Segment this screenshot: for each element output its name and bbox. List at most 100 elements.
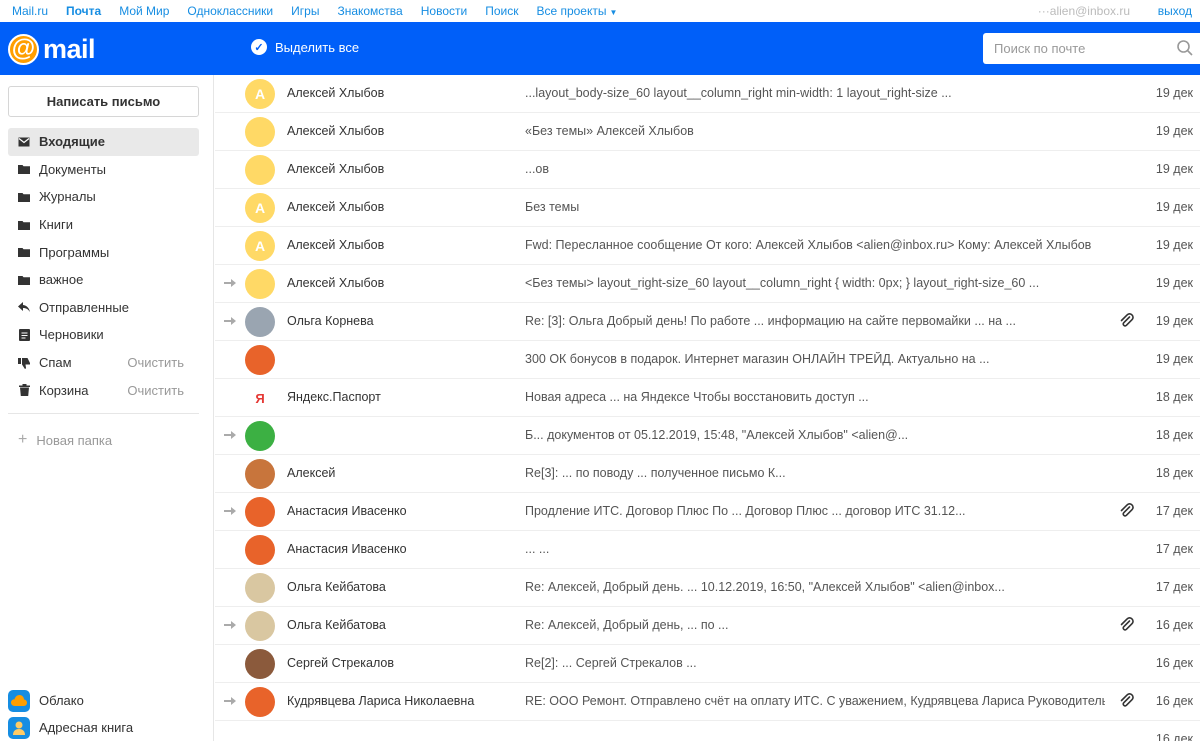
compose-button[interactable]: Написать письмо xyxy=(8,86,199,117)
message-row[interactable]: А Алексей Хлыбов Без темы 19 дек xyxy=(215,189,1200,227)
logo-text: mail xyxy=(43,33,96,64)
folder-item[interactable]: Входящие xyxy=(8,128,199,156)
message-subject: RE: ООО Ремонт. Отправлено счёт на оплат… xyxy=(525,694,1105,708)
search-icon[interactable] xyxy=(1176,39,1194,57)
paperclip-icon[interactable] xyxy=(1119,503,1135,519)
portal-link[interactable]: Знакомства xyxy=(337,4,402,18)
apps-list: Облако Адресная книга xyxy=(8,687,133,741)
paperclip-icon[interactable] xyxy=(1119,693,1135,709)
portal-bar: Mail.ru Почта Мой Мир Одноклассники Игры Знак… xyxy=(0,0,1200,22)
sender-name: Сергей Стрекалов xyxy=(287,656,395,670)
sender-avatar[interactable] xyxy=(245,725,275,741)
sender-avatar[interactable] xyxy=(245,269,275,299)
forwarded-arrow-icon xyxy=(224,506,236,518)
message-date: 16 дек xyxy=(1155,618,1193,632)
message-row[interactable]: А Алексей Хлыбов Fwd: Пересланное сообщени… xyxy=(215,227,1200,265)
sender-avatar[interactable]: А xyxy=(245,231,275,261)
sender-avatar[interactable] xyxy=(245,421,275,451)
clear-folder-button[interactable]: Очистить xyxy=(127,355,184,370)
sender-avatar[interactable] xyxy=(245,155,275,185)
message-row[interactable]: Ольга Кейбатова Re: Алексей, Добрый день.… xyxy=(215,569,1200,607)
folder-item[interactable]: Журналы xyxy=(8,183,199,211)
sender-avatar[interactable]: Я xyxy=(245,383,275,413)
portal-link[interactable]: Все проекты ▼ xyxy=(536,4,617,18)
select-all-button[interactable]: ✓ Выделить все xyxy=(251,39,359,55)
folder-icon xyxy=(18,246,30,258)
paperclip-icon[interactable] xyxy=(1119,617,1135,633)
folder-item[interactable]: Документы xyxy=(8,156,199,184)
folder-icon xyxy=(18,219,30,231)
message-list: А Алексей Хлыбов ...layout_body-size_60 la… xyxy=(215,75,1200,741)
message-date: 19 дек xyxy=(1155,86,1193,100)
sender-avatar[interactable] xyxy=(245,687,275,717)
folder-item[interactable]: Программы xyxy=(8,238,199,266)
sender-name: Алексей xyxy=(287,466,336,480)
message-subject: Продление ИТС. Договор Плюс По ... Догов… xyxy=(525,504,966,518)
sender-avatar[interactable]: А xyxy=(245,193,275,223)
portal-link[interactable]: Одноклассники xyxy=(187,4,273,18)
portal-link[interactable]: Почта xyxy=(66,4,101,18)
new-folder-button[interactable]: + Новая папка xyxy=(18,431,112,449)
portal-links: Mail.ru Почта Мой Мир Одноклассники Игры Знак… xyxy=(12,0,635,22)
contacts-icon xyxy=(8,716,30,739)
message-date: 18 дек xyxy=(1155,390,1193,404)
message-subject: «Без темы» Алексей Хлыбов xyxy=(525,124,694,138)
sender-name: Алексей Хлыбов xyxy=(287,124,385,138)
user-email[interactable]: ···alien@inbox.ru xyxy=(1038,4,1130,18)
search-input[interactable] xyxy=(983,41,1163,56)
header: @ mail ✓ Выделить все xyxy=(0,22,1200,75)
forwarded-arrow-icon xyxy=(224,620,236,632)
message-row[interactable]: Анастасия Ивасенко ... ... 17 дек xyxy=(215,531,1200,569)
message-row[interactable]: Ольга Корнева Re: [3]: Ольга Добрый день!… xyxy=(215,303,1200,341)
message-row[interactable]: А Алексей Хлыбов ...layout_body-size_60 la… xyxy=(215,75,1200,113)
message-row[interactable]: ... ... 16 дек xyxy=(215,721,1200,741)
portal-link[interactable]: Мой Мир xyxy=(119,4,169,18)
folder-item[interactable]: Спам Очистить xyxy=(8,349,199,377)
folder-item[interactable]: Корзина Очистить xyxy=(8,376,199,404)
folder-item[interactable]: важное xyxy=(8,266,199,294)
folder-label: Документы xyxy=(39,161,107,177)
message-row[interactable]: Алексей Хлыбов «Без темы» Алексей Хлыбов 1… xyxy=(215,113,1200,151)
sender-avatar[interactable] xyxy=(245,611,275,641)
forwarded-arrow-icon xyxy=(224,696,236,708)
message-row[interactable]: Б... документов от 05.12.2019, 15:48, "А… xyxy=(215,417,1200,455)
message-row[interactable]: Анастасия Ивасенко Продление ИТС. Договор… xyxy=(215,493,1200,531)
sender-name: Алексей Хлыбов xyxy=(287,86,385,100)
sender-avatar[interactable] xyxy=(245,573,275,603)
sender-avatar[interactable] xyxy=(245,307,275,337)
portal-link[interactable]: Поиск xyxy=(485,4,518,18)
sender-avatar[interactable] xyxy=(245,459,275,489)
message-row[interactable]: Кудрявцева Лариса Николаевна RE: ООО Ремо… xyxy=(215,683,1200,721)
message-row[interactable]: Алексей Re[3]: ... по поводу ... полученн… xyxy=(215,455,1200,493)
app-link[interactable]: Адресная книга xyxy=(8,714,133,741)
message-subject: ...layout_body-size_60 layout__column_ri… xyxy=(525,86,952,100)
message-row[interactable]: 300 ОК бонусов в подарок. Интернет магаз… xyxy=(215,341,1200,379)
message-row[interactable]: Алексей Хлыбов <Без темы> layout_right-si… xyxy=(215,265,1200,303)
sender-name: Ольга Корнева xyxy=(287,314,374,328)
portal-link[interactable]: Mail.ru xyxy=(12,4,48,18)
folder-item[interactable]: Черновики xyxy=(8,321,199,349)
sender-avatar[interactable] xyxy=(245,117,275,147)
sender-avatar[interactable] xyxy=(245,345,275,375)
message-row[interactable]: Алексей Хлыбов ...ов 19 дек xyxy=(215,151,1200,189)
folder-item[interactable]: Отправленные xyxy=(8,294,199,322)
app-label: Облако xyxy=(39,693,84,708)
portal-link[interactable]: Игры xyxy=(291,4,319,18)
sender-avatar[interactable]: А xyxy=(245,79,275,109)
message-row[interactable]: Сергей Стрекалов Re[2]: ... Сергей Стрека… xyxy=(215,645,1200,683)
new-folder-label: Новая папка xyxy=(36,432,113,448)
cloud-icon xyxy=(8,689,30,712)
folder-item[interactable]: Книги xyxy=(8,211,199,239)
message-row[interactable]: Я Яндекс.Паспорт Новая адреса ... на Яндек… xyxy=(215,379,1200,417)
sender-avatar[interactable] xyxy=(245,497,275,527)
mail-logo[interactable]: @ mail xyxy=(8,33,96,65)
exit-link[interactable]: выход xyxy=(1158,4,1192,18)
sender-avatar[interactable] xyxy=(245,649,275,679)
paperclip-icon[interactable] xyxy=(1119,313,1135,329)
message-date: 19 дек xyxy=(1155,314,1193,328)
app-link[interactable]: Облако xyxy=(8,687,133,714)
portal-link[interactable]: Новости xyxy=(421,4,467,18)
clear-folder-button[interactable]: Очистить xyxy=(127,383,184,398)
message-row[interactable]: Ольга Кейбатова Re: Алексей, Добрый день,… xyxy=(215,607,1200,645)
sender-avatar[interactable] xyxy=(245,535,275,565)
